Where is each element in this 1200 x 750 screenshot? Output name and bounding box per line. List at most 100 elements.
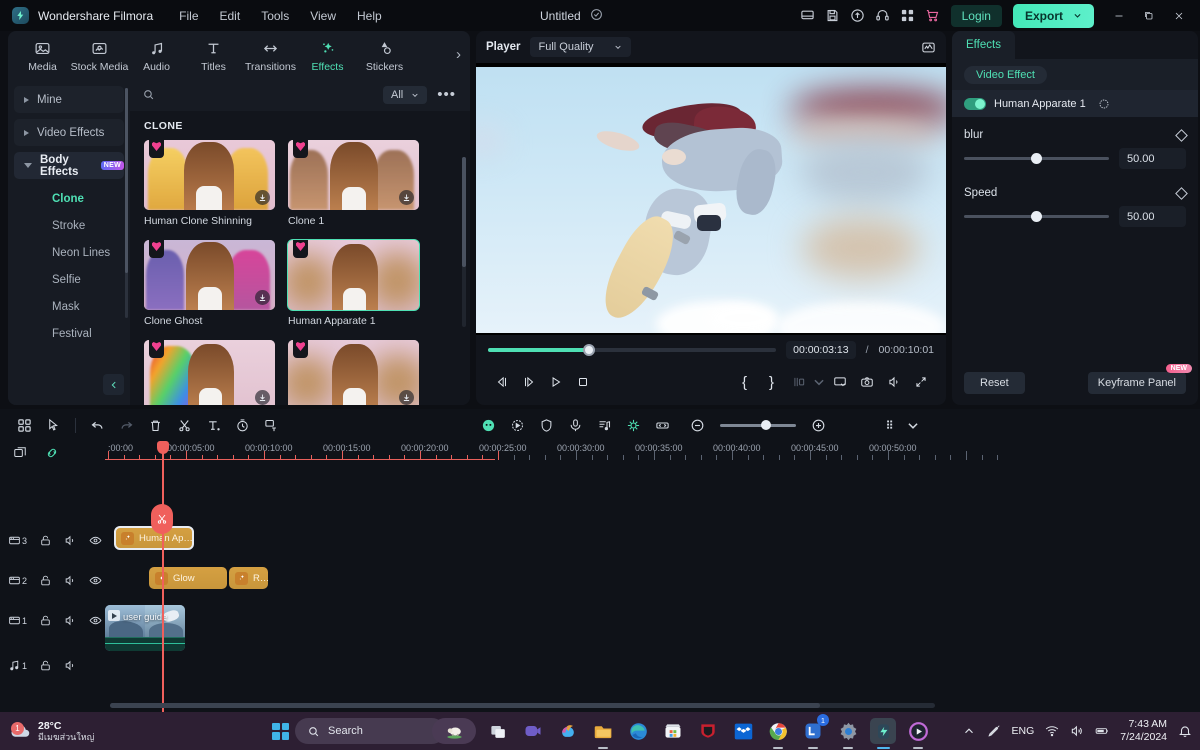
split-view-icon[interactable] [785, 370, 812, 394]
mark-out-button[interactable]: } [758, 370, 785, 394]
login-button[interactable]: Login [950, 4, 1002, 27]
keyframe-panel-button[interactable]: Keyframe Panel NEW [1087, 364, 1192, 394]
search-input[interactable] [163, 88, 375, 101]
pen-off-icon[interactable] [987, 724, 1001, 738]
lock-icon[interactable] [39, 534, 52, 547]
effect-card-selected[interactable]: Human Apparate 1 [287, 239, 420, 327]
language-indicator[interactable]: ENG [1012, 725, 1035, 737]
cloud-upload-icon[interactable] [845, 3, 870, 28]
eye-icon[interactable] [89, 614, 102, 627]
prev-frame-button[interactable] [488, 370, 515, 394]
download-icon[interactable] [255, 190, 270, 205]
quality-dropdown[interactable]: Full Quality [529, 37, 631, 57]
grid-view-button[interactable] [10, 413, 39, 439]
library-more-button[interactable]: ••• [435, 86, 458, 103]
save-icon[interactable] [820, 3, 845, 28]
windows-start-icon[interactable] [272, 722, 289, 740]
diamond-keyframe-icon[interactable] [1175, 186, 1188, 200]
effect-card[interactable] [288, 340, 419, 405]
playhead-handle[interactable] [157, 441, 169, 454]
taskbar-app-chrome[interactable] [765, 718, 791, 749]
library-scrollbar[interactable] [462, 157, 466, 327]
minimize-button[interactable] [1104, 0, 1134, 31]
split-at-playhead-button[interactable] [151, 504, 173, 534]
download-icon[interactable] [399, 390, 414, 405]
slider-handle[interactable] [1031, 153, 1042, 164]
taskbar-app-task-view[interactable] [485, 718, 511, 744]
volume-icon[interactable] [880, 370, 907, 394]
export-button[interactable]: Export [1012, 3, 1094, 28]
eye-icon[interactable] [89, 534, 102, 547]
eye-icon[interactable] [89, 574, 102, 587]
tab-transitions[interactable]: Transitions [242, 37, 299, 73]
fit-icon[interactable] [648, 413, 677, 439]
video-stage[interactable] [476, 63, 946, 335]
zoom-in-icon[interactable] [804, 413, 833, 439]
clip-rgb[interactable]: RG... [229, 567, 268, 589]
fullscreen-icon[interactable] [907, 370, 934, 394]
split-view-chevron-icon[interactable] [812, 370, 826, 394]
clip-glow[interactable]: Glow [149, 567, 227, 589]
tab-stickers[interactable]: Stickers [356, 37, 413, 73]
zoom-slider[interactable] [720, 420, 796, 431]
sidebar-group-mine[interactable]: Mine [14, 86, 124, 113]
weather-widget[interactable]: 1 28°C มีเมฆส่วนใหญ่ [0, 720, 94, 742]
lock-icon[interactable] [39, 614, 52, 627]
link-icon[interactable] [45, 446, 59, 460]
speed-button[interactable] [228, 413, 257, 439]
sidebar-item-neon-lines[interactable]: Neon Lines [14, 239, 124, 266]
track-lane-v3[interactable]: Human Appar... [105, 525, 1200, 551]
taskbar-app-copilot[interactable] [555, 718, 581, 744]
tab-audio[interactable]: Audio [128, 37, 185, 73]
text-button[interactable] [199, 413, 228, 439]
tab-media[interactable]: Media [14, 37, 71, 73]
property-speed-value[interactable]: 50.00 [1119, 206, 1186, 227]
mark-in-button[interactable]: { [731, 370, 758, 394]
favorite-badge-icon[interactable] [149, 340, 164, 358]
marker-icon[interactable] [877, 413, 906, 439]
clip-user-guide[interactable]: user guide [105, 605, 185, 651]
delete-button[interactable] [141, 413, 170, 439]
monitor-icon[interactable] [795, 3, 820, 28]
download-icon[interactable] [255, 390, 270, 405]
sidebar-item-mask[interactable]: Mask [14, 293, 124, 320]
taskbar-app-mcafee[interactable] [695, 718, 721, 744]
favorite-badge-icon[interactable] [293, 340, 308, 358]
download-icon[interactable] [255, 290, 270, 305]
slider-handle[interactable] [1031, 211, 1042, 222]
stop-button[interactable] [569, 370, 596, 394]
taskbar-app-edge[interactable] [625, 718, 651, 744]
menu-view[interactable]: View [310, 9, 336, 23]
favorite-badge-icon[interactable] [293, 140, 308, 158]
taskbar-search[interactable]: Search [295, 718, 445, 744]
taskbar-app-media-player[interactable] [905, 718, 931, 749]
wifi-icon[interactable] [1045, 724, 1059, 738]
tab-stock-media[interactable]: Stock Media [71, 37, 128, 73]
motion-tracking-button[interactable] [503, 413, 532, 439]
chroma-key-icon[interactable] [619, 413, 648, 439]
favorite-badge-icon[interactable] [293, 240, 308, 258]
taskbar-app-teams[interactable] [520, 718, 546, 744]
effect-card[interactable] [144, 340, 275, 405]
lock-icon[interactable] [39, 574, 52, 587]
split-button[interactable] [170, 413, 199, 439]
menu-help[interactable]: Help [357, 9, 382, 23]
snapshot-icon[interactable] [853, 370, 880, 394]
battery-icon[interactable] [1095, 724, 1109, 738]
video-effect-chip[interactable]: Video Effect [964, 65, 1047, 84]
menu-tools[interactable]: Tools [261, 9, 289, 23]
select-tool-button[interactable] [39, 413, 68, 439]
taskbar-app-dropbox[interactable] [730, 718, 756, 744]
timeline-ruler[interactable]: :00:00 00:00:05:00 00:00:10:00 00:00:15:… [105, 442, 1200, 464]
mute-icon[interactable] [64, 614, 77, 627]
mute-icon[interactable] [64, 534, 77, 547]
filter-dropdown[interactable]: All [383, 85, 428, 104]
effect-card[interactable]: Clone Ghost [144, 240, 275, 327]
tab-effects-panel[interactable]: Effects [952, 31, 1015, 59]
mic-icon[interactable] [561, 413, 590, 439]
speaker-icon[interactable] [1070, 724, 1084, 738]
sidebar-item-festival[interactable]: Festival [14, 320, 124, 347]
sidebar-item-selfie[interactable]: Selfie [14, 266, 124, 293]
sidebar-group-body-effects[interactable]: Body Effects NEW [14, 152, 124, 179]
chevron-up-icon[interactable] [962, 724, 976, 738]
